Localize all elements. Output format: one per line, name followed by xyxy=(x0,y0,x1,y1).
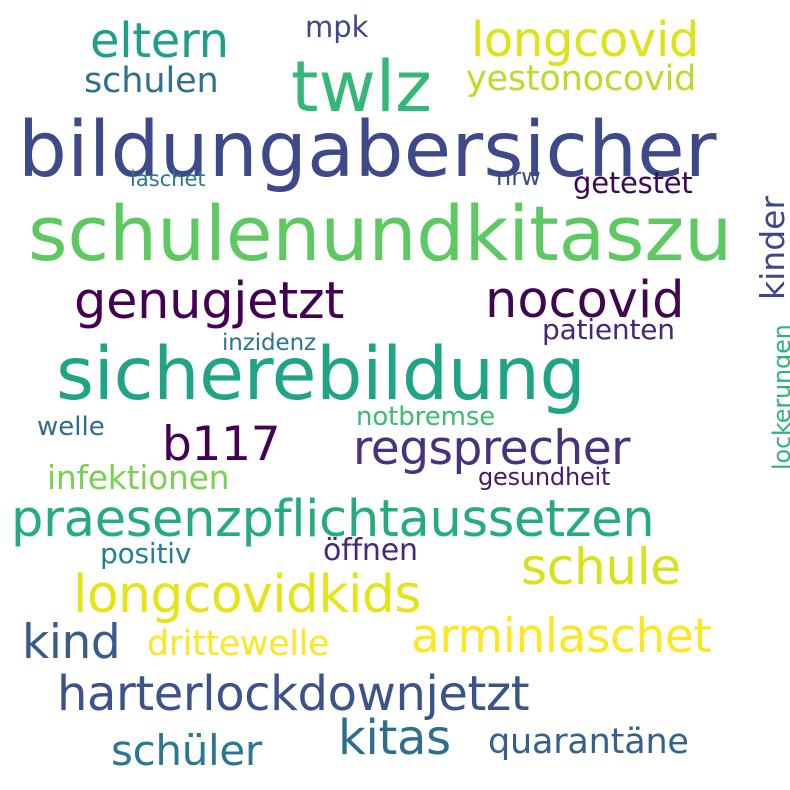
word-schule: schule xyxy=(521,538,681,596)
word-kind: kind xyxy=(22,615,121,670)
word-getestet: getestet xyxy=(573,166,693,200)
word-eltern: eltern xyxy=(90,13,229,69)
word-genugjetzt: genugjetzt xyxy=(74,272,345,331)
word-schulen: schulen xyxy=(84,61,219,101)
word-lockerungen: lockerungen xyxy=(768,324,790,470)
word-welle: welle xyxy=(37,412,105,442)
word-notbremse: notbremse xyxy=(356,402,496,432)
word-yestonocovid: yestonocovid xyxy=(466,59,697,99)
word-sicherebildung: sicherebildung xyxy=(56,332,586,417)
word-patienten: patienten xyxy=(542,313,675,346)
word-mpk: mpk xyxy=(305,10,369,44)
word-longcovid: longcovid xyxy=(471,12,699,68)
word-arminlaschet: arminlaschet xyxy=(411,609,712,664)
word-longcovidkids: longcovidkids xyxy=(73,565,421,625)
word-harterlockdownjetzt: harterlockdownjetzt xyxy=(57,666,530,722)
word-quarantäne: quarantäne xyxy=(488,722,689,762)
word-twlz: twlz xyxy=(291,46,432,128)
word-kinder: kinder xyxy=(753,195,790,300)
word-cloud: bildungabersicher schulenundkitaszu sich… xyxy=(0,0,790,790)
word-schulenundkitaszu: schulenundkitaszu xyxy=(28,189,733,278)
word-laschet: laschet xyxy=(130,167,206,191)
word-positiv: positiv xyxy=(100,537,192,570)
word-öffnen: öffnen xyxy=(323,533,418,568)
word-infektionen: infektionen xyxy=(47,458,230,497)
word-inzidenz: inzidenz xyxy=(222,330,317,356)
word-schüler: schüler xyxy=(111,726,262,775)
word-nrw: nrw xyxy=(496,163,541,191)
word-gesundheit: gesundheit xyxy=(478,463,611,491)
word-kitas: kitas xyxy=(338,710,451,766)
word-drittewelle: drittewelle xyxy=(147,624,330,664)
